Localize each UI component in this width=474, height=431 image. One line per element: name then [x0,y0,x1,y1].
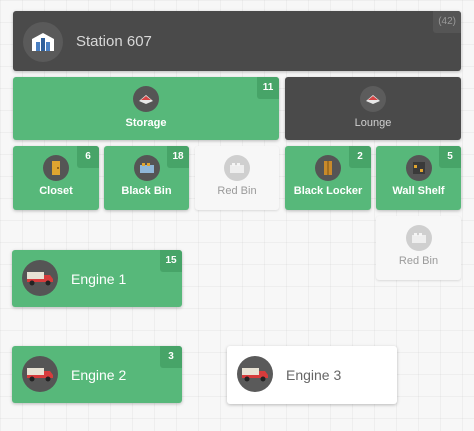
locker-icon [315,155,341,181]
container-label: Black Bin [121,185,172,197]
room-icon [133,86,159,112]
container-label: Wall Shelf [392,185,445,197]
room-count-badge: 11 [257,77,279,99]
engine-card-3[interactable]: Engine 3 [227,346,397,404]
station-count-badge: (42) [433,11,461,33]
engine-count-badge: 3 [160,346,182,368]
engine-label: Engine 2 [71,367,127,383]
engine-label: Engine 3 [286,367,342,383]
container-tile-black-locker[interactable]: Black Locker 2 [285,146,371,210]
container-label: Red Bin [398,255,439,267]
container-tile-black-bin[interactable]: Black Bin 18 [104,146,189,210]
container-label: Closet [39,185,73,197]
container-tile-wall-shelf[interactable]: Wall Shelf 5 [376,146,461,210]
engine-label: Engine 1 [71,271,127,287]
building-icon [23,22,63,62]
truck-icon [22,356,58,392]
engine-card-1[interactable]: Engine 1 15 [12,250,182,307]
bin-icon [405,225,432,251]
container-label: Red Bin [217,185,257,197]
bin-icon [224,155,250,181]
container-tile-closet[interactable]: Closet 6 [13,146,99,210]
truck-icon [22,260,58,296]
room-label: Storage [125,117,167,129]
engine-card-2[interactable]: Engine 2 3 [12,346,182,403]
container-tile-red-bin[interactable]: Red Bin [195,146,279,210]
room-tile-storage[interactable]: Storage 11 [13,77,279,140]
room-icon [360,86,386,112]
truck-icon [237,356,273,392]
container-count-badge: 5 [439,146,461,168]
shelf-icon [405,155,432,181]
station-card[interactable]: Station 607 (42) [13,11,461,71]
room-tile-lounge[interactable]: Lounge [285,77,461,140]
room-label: Lounge [354,117,392,129]
container-label: Black Locker [293,185,363,197]
station-title: Station 607 [76,33,152,50]
container-tile-red-bin-2[interactable]: Red Bin [376,216,461,280]
container-count-badge: 2 [349,146,371,168]
bin-icon [133,155,160,181]
engine-count-badge: 15 [160,250,182,272]
container-count-badge: 6 [77,146,99,168]
door-icon [43,155,69,181]
container-count-badge: 18 [167,146,189,168]
